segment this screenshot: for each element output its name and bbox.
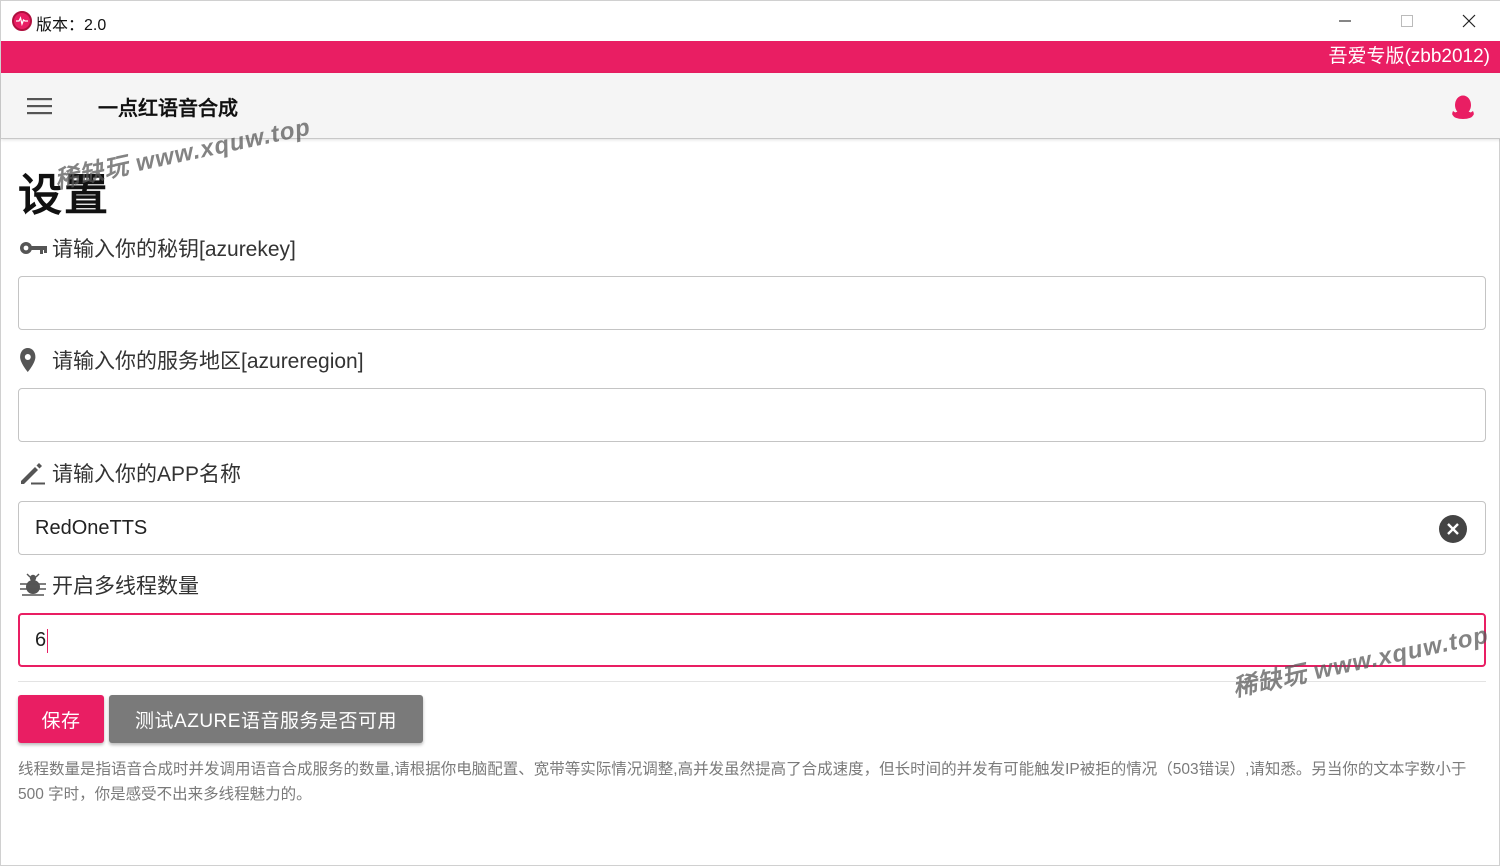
title-bar: 版本：2.0 [1,1,1500,41]
app-name-label: 请输入你的APP名称 [18,458,241,488]
menu-icon[interactable] [27,95,53,117]
window-title: 版本：2.0 [36,17,107,34]
qq-penguin-icon[interactable] [1449,93,1477,121]
app-title: 一点红语音合成 [98,98,238,120]
test-azure-button[interactable]: 测试AZURE语音服务是否可用 [109,695,423,743]
app-logo-icon [12,11,32,31]
text-caret [47,629,49,653]
thread-note: 线程数量是指语音合成时并发调用语音合成服务的数量,请根据你电脑配置、宽带等实际情… [18,761,1467,803]
save-button[interactable]: 保存 [18,695,104,743]
location-pin-icon [18,347,50,373]
minimize-icon [1339,20,1351,22]
app-name-label-text: 请输入你的APP名称 [52,463,242,486]
edition-banner: 吾爱专版(zbb2012) [1,41,1500,73]
clear-input-button[interactable] [1439,515,1467,543]
maximize-button[interactable] [1376,1,1438,41]
app-name-input[interactable] [19,502,1485,554]
azureregion-label-text: 请输入你的服务地区[azureregion] [52,350,364,373]
azurekey-input-box[interactable] [18,276,1486,330]
close-icon [1462,14,1476,28]
maximize-icon [1401,15,1413,27]
bug-icon [18,572,50,598]
close-button[interactable] [1438,1,1500,41]
thread-count-input-box[interactable] [18,613,1486,667]
azureregion-input-box[interactable] [18,388,1486,442]
clear-icon [1447,523,1459,535]
app-window: 版本：2.0 吾爱专版(zbb2012) 一点红语音合成 设置 请输入你的秘钥[… [0,0,1500,866]
azurekey-label-text: 请输入你的秘钥[azurekey] [52,238,296,261]
minimize-button[interactable] [1314,1,1376,41]
thread-count-input[interactable] [20,615,1484,665]
azureregion-label: 请输入你的服务地区[azureregion] [18,345,364,375]
azureregion-input[interactable] [19,389,1485,441]
pencil-icon [18,460,50,486]
thread-count-label-text: 开启多线程数量 [52,575,199,598]
thread-count-label: 开启多线程数量 [18,570,199,600]
key-icon [18,235,50,261]
azurekey-input[interactable] [19,277,1485,329]
azurekey-label: 请输入你的秘钥[azurekey] [18,233,296,263]
app-name-input-box[interactable] [18,501,1486,555]
